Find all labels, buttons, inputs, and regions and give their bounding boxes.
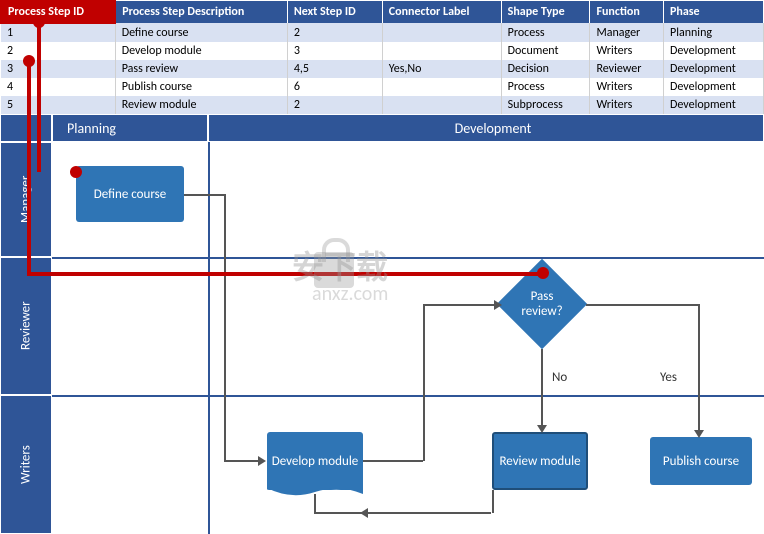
table-cell: 2 (287, 23, 382, 42)
table-cell: Writers (590, 42, 664, 60)
connector-line (314, 494, 316, 513)
phase-divider (208, 142, 210, 534)
arrow-icon (694, 430, 704, 438)
table-cell: Process (501, 23, 590, 42)
connector-label-yes: Yes (660, 370, 677, 385)
table-cell: Decision (501, 60, 590, 78)
lane-divider (52, 395, 764, 397)
connector-line (423, 304, 425, 461)
table-cell: 3 (287, 42, 382, 60)
lane-divider (52, 257, 764, 259)
arrow-icon (494, 300, 502, 310)
table-cell: Subprocess (501, 96, 590, 114)
connector-line (586, 304, 698, 306)
table-row: 5Review module2 SubprocessWritersDevelopm… (1, 96, 764, 114)
header-step-id: Process Step ID (1, 1, 115, 23)
callout-line (27, 59, 31, 274)
table-cell: 4,5 (287, 60, 382, 78)
callout-dot (23, 55, 35, 67)
table-cell (382, 42, 501, 60)
table-row: 1Define course2 ProcessManagerPlanning (1, 23, 764, 42)
swimlanes: Manager Reviewer Writers Define course D… (0, 142, 764, 534)
table-cell: Development (664, 96, 764, 114)
table-cell: Development (664, 78, 764, 96)
table-cell: 1 (1, 23, 115, 42)
callout-dot (537, 267, 549, 279)
process-table: Process Step ID Process Step Description… (0, 0, 764, 114)
connector-line (184, 194, 224, 196)
watermark-url: anxz.com (312, 282, 388, 306)
phase-header: Planning Development (0, 114, 764, 142)
arrow-icon (360, 508, 368, 518)
table-cell: Pass review (115, 60, 287, 78)
header-next: Next Step ID (287, 1, 382, 23)
table-cell: Yes,No (382, 60, 501, 78)
table-cell: 5 (1, 96, 115, 114)
connector-line (367, 512, 491, 514)
table-cell: Writers (590, 78, 664, 96)
header-function: Function (590, 1, 664, 23)
table-cell (382, 23, 501, 42)
callout-dot (70, 166, 82, 178)
corner-cell (0, 114, 52, 142)
table-cell (382, 96, 501, 114)
callout-dot (33, 16, 45, 28)
lane-manager: Manager (0, 142, 52, 257)
connector-line (224, 460, 260, 462)
table-cell: Development (664, 60, 764, 78)
table-row: 4Publish course6 ProcessWritersDevelopmen… (1, 78, 764, 96)
table-header-row: Process Step ID Process Step Description… (1, 1, 764, 23)
flowchart-diagram: Planning Development Manager Reviewer Wr… (0, 114, 764, 534)
table-cell: Reviewer (590, 60, 664, 78)
table-cell: Publish course (115, 78, 287, 96)
table-row: 3Pass review4,5Yes,NoDecisionReviewerDev… (1, 60, 764, 78)
table-row: 2Develop module3 DocumentWritersDevelopme… (1, 42, 764, 60)
table-cell: Document (501, 42, 590, 60)
lane-area: Define course Develop module Pass review… (52, 142, 764, 534)
connector-line (423, 304, 496, 306)
table-cell (382, 78, 501, 96)
table-cell: Planning (664, 23, 764, 42)
connector-line (492, 490, 494, 513)
table-cell: 2 (287, 96, 382, 114)
callout-line (37, 20, 41, 172)
shape-develop-module: Develop module (267, 432, 363, 490)
callout-line (27, 272, 543, 276)
connector-line (541, 349, 543, 427)
header-shape: Shape Type (501, 1, 590, 23)
arrow-icon (258, 456, 266, 466)
phase-development: Development (208, 114, 764, 142)
table-cell: Review module (115, 96, 287, 114)
table-cell: Develop module (115, 42, 287, 60)
lane-writers: Writers (0, 395, 52, 534)
table-cell: 6 (287, 78, 382, 96)
header-phase: Phase (664, 1, 764, 23)
table-cell: 3 (1, 60, 115, 78)
table-cell: Process (501, 78, 590, 96)
table-cell: 2 (1, 42, 115, 60)
table-cell: Writers (590, 96, 664, 114)
table-cell: Development (664, 42, 764, 60)
lane-labels: Manager Reviewer Writers (0, 142, 52, 534)
arrow-icon (537, 425, 547, 433)
table-cell: Manager (590, 23, 664, 42)
pass-review-label: Pass review? (514, 289, 570, 319)
develop-module-label: Develop module (272, 454, 359, 469)
lane-reviewer: Reviewer (0, 257, 52, 395)
connector-line (698, 304, 700, 432)
connector-line (224, 194, 226, 460)
shape-review-module: Review module (492, 432, 588, 490)
connector-label-no: No (552, 370, 567, 385)
header-desc: Process Step Description (115, 1, 287, 23)
table-cell: 4 (1, 78, 115, 96)
table-cell: Define course (115, 23, 287, 42)
shape-define-course: Define course (76, 166, 184, 222)
phase-planning: Planning (52, 114, 208, 142)
shape-publish-course: Publish course (650, 437, 752, 485)
connector-line (363, 460, 423, 462)
header-connector: Connector Label (382, 1, 501, 23)
